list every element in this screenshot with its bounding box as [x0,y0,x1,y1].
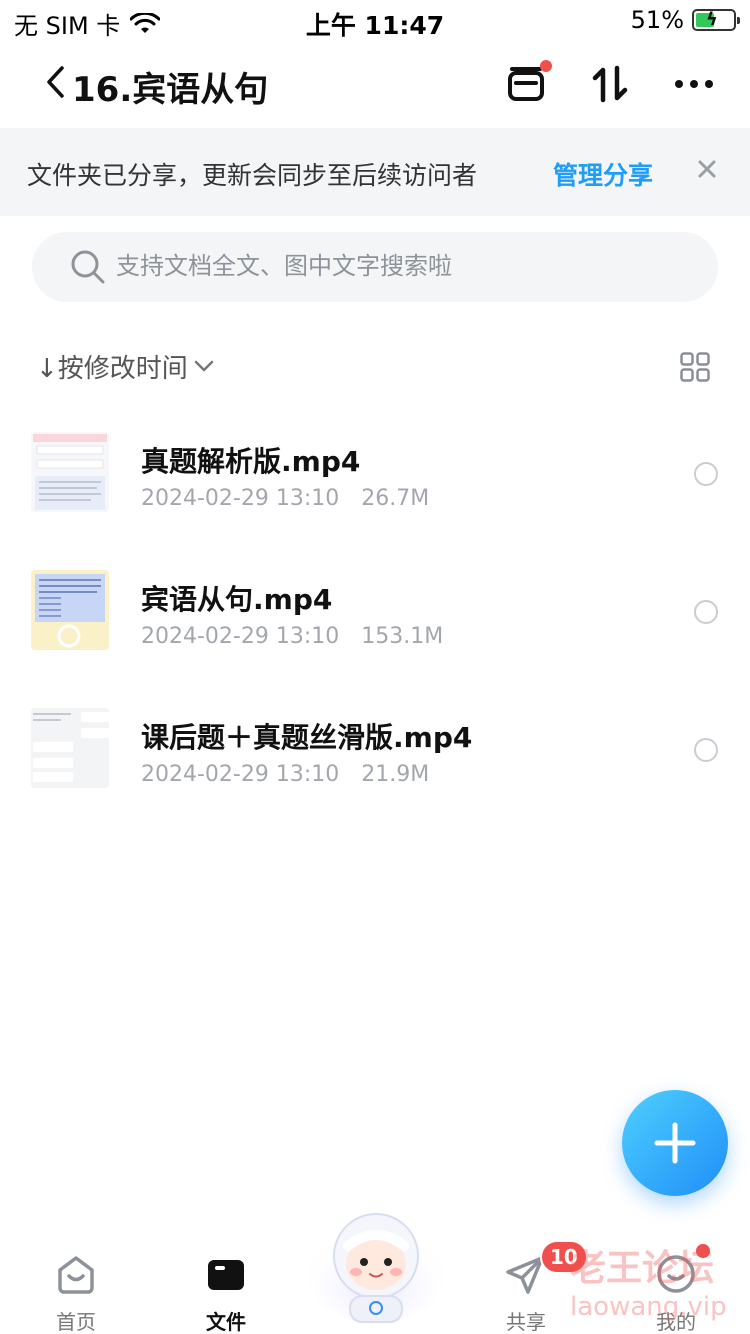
notification-dot [696,1244,710,1258]
select-radio[interactable] [694,462,718,486]
sort-label: ↓按修改时间 [36,353,188,384]
transfer-box-button[interactable] [502,60,552,108]
file-date: 2024-02-29 13:10 [141,624,340,649]
folder-icon [204,1252,248,1296]
file-name: 课后题＋真题丝滑版.mp4 [141,721,473,754]
tab-share-label: 共享 [506,1310,546,1334]
inbox-box-icon [508,67,544,101]
status-right: 51% ϟ [630,6,740,34]
file-size: 21.9M [361,762,430,787]
notification-dot [540,60,552,72]
more-button[interactable] [670,60,718,108]
close-icon[interactable] [694,156,720,182]
chevron-down-icon [194,360,214,372]
charging-bolt-icon: ϟ [706,9,718,30]
search-icon [71,250,105,284]
battery-tip [737,17,740,24]
file-size: 153.1M [361,624,444,649]
home-icon [54,1252,98,1296]
mascot-ai-button[interactable] [306,1204,446,1324]
file-date: 2024-02-29 13:10 [141,486,340,511]
tab-mine-label: 我的 [656,1310,696,1334]
file-list: 真题解析版.mp4 2024-02-29 13:10 26.7M 宾语从句.mp… [0,410,750,824]
share-banner-message: 文件夹已分享，更新会同步至后续访问者 [27,161,478,190]
file-row[interactable]: 真题解析版.mp4 2024-02-29 13:10 26.7M [0,410,750,548]
file-meta: 2024-02-29 13:10 21.9M [141,762,429,787]
grid-view-icon[interactable] [680,352,710,382]
more-dots-icon [675,80,713,88]
page-title: 16.宾语从句 [72,70,269,110]
file-row[interactable]: 宾语从句.mp4 2024-02-29 13:10 153.1M [0,548,750,686]
battery-percent: 51% [630,6,684,34]
video-thumbnail [31,708,109,788]
search-bar[interactable] [32,232,718,302]
astronaut-mascot-icon [308,1213,444,1324]
file-meta: 2024-02-29 13:10 153.1M [141,624,443,649]
battery-icon: ϟ [692,9,740,31]
back-button[interactable] [40,62,70,102]
add-button[interactable] [622,1090,728,1196]
video-thumbnail [31,570,109,650]
tab-files-label: 文件 [206,1310,246,1334]
share-count-badge: 10 [540,1240,588,1274]
tab-mine[interactable]: 我的 [626,1252,726,1334]
file-date: 2024-02-29 13:10 [141,762,340,787]
file-size: 26.7M [361,486,430,511]
tab-home-label: 首页 [56,1310,96,1334]
status-bar: 无 SIM 卡 上午 11:47 51% ϟ [0,0,750,42]
nav-bar: 16.宾语从句 [0,42,750,128]
chevron-left-icon [47,66,64,98]
file-name: 宾语从句.mp4 [141,583,333,616]
sort-button[interactable] [586,60,634,108]
tab-home[interactable]: 首页 [26,1252,126,1334]
file-row[interactable]: 课后题＋真题丝滑版.mp4 2024-02-29 13:10 21.9M [0,686,750,824]
manage-share-link[interactable]: 管理分享 [553,156,653,192]
search-input[interactable] [116,246,676,286]
sort-dropdown[interactable]: ↓按修改时间 [36,346,214,386]
profile-icon [654,1252,698,1296]
plus-icon [654,1122,696,1164]
share-banner: 文件夹已分享，更新会同步至后续访问者 管理分享 [0,128,750,216]
file-name: 真题解析版.mp4 [141,445,361,478]
sort-arrows-icon [592,65,628,103]
video-thumbnail [31,432,109,512]
select-radio[interactable] [694,600,718,624]
select-radio[interactable] [694,738,718,762]
file-meta: 2024-02-29 13:10 26.7M [141,486,429,511]
tab-files[interactable]: 文件 [176,1252,276,1334]
